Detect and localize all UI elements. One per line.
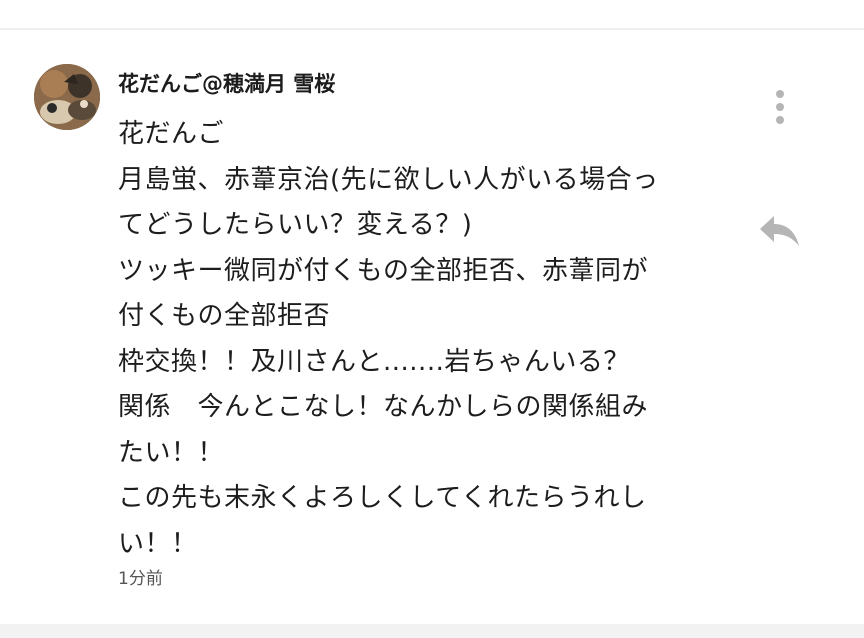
comment-author[interactable]: 花だんご@穂満月 雪桜 bbox=[118, 68, 335, 98]
comment-line: 花だんご bbox=[118, 119, 225, 149]
menu-dot bbox=[776, 90, 784, 98]
menu-dot bbox=[776, 103, 784, 111]
reply-arrow-svg bbox=[760, 216, 799, 246]
comment-line: 付くもの全部拒否 bbox=[118, 301, 331, 331]
comment-line: 枠交換！！及川さんと.......岩ちゃんいる？ bbox=[118, 346, 630, 377]
comment-line: 月島蛍、赤葦京治(先に欲しい人がいる場合っ bbox=[118, 164, 659, 195]
more-vertical-icon[interactable] bbox=[768, 88, 792, 126]
comment-line: ツッキー微同が付くもの全部拒否、赤葦同が bbox=[118, 255, 649, 286]
comment-line: この先も末永くよろしくしてくれたらうれし bbox=[118, 483, 647, 513]
comment-line: たい！！ bbox=[118, 437, 225, 468]
avatar-image bbox=[34, 64, 100, 130]
reply-arrow-icon[interactable] bbox=[758, 214, 802, 248]
comment-line: 関係 今んとこなし！なんかしらの関係組み bbox=[118, 392, 649, 422]
comment-timestamp: 1分前 bbox=[118, 569, 163, 589]
user-avatar[interactable] bbox=[34, 64, 100, 130]
comment-line: てどうしたらいい？変える？) bbox=[118, 210, 473, 240]
menu-dot bbox=[776, 116, 784, 124]
comment-line: い！！ bbox=[118, 528, 198, 559]
comment-body: 花だんご 月島蛍、赤葦京治(先に欲しい人がいる場合っ てどうしたらいい？変える？… bbox=[118, 112, 728, 567]
comment-item: 花だんご@穂満月 雪桜 花だんご 月島蛍、赤葦京治(先に欲しい人がいる場合っ て… bbox=[0, 30, 864, 624]
bottom-divider bbox=[0, 624, 864, 638]
